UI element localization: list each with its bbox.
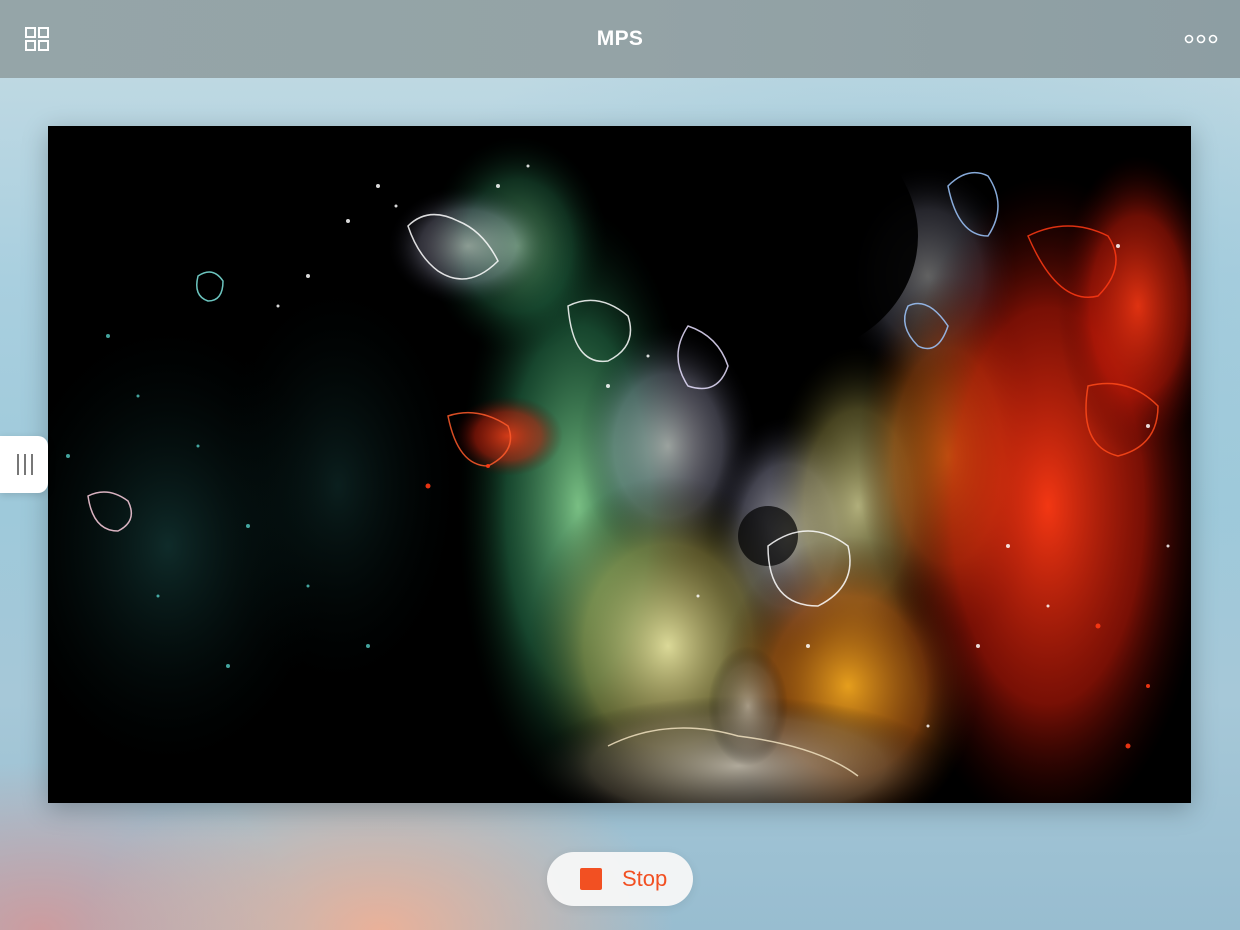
image-viewer[interactable] — [48, 126, 1191, 803]
drag-handle-icon — [17, 454, 33, 475]
stop-button[interactable]: Stop — [547, 852, 693, 906]
grid-icon[interactable] — [22, 24, 52, 54]
top-toolbar: MPS — [0, 0, 1240, 78]
stop-label: Stop — [622, 866, 668, 891]
filtered-image — [48, 126, 1191, 803]
more-dots-icon[interactable] — [1184, 30, 1218, 48]
stop-square-icon — [580, 868, 602, 890]
page-title: MPS — [596, 27, 644, 50]
side-panel-handle[interactable] — [0, 436, 48, 493]
